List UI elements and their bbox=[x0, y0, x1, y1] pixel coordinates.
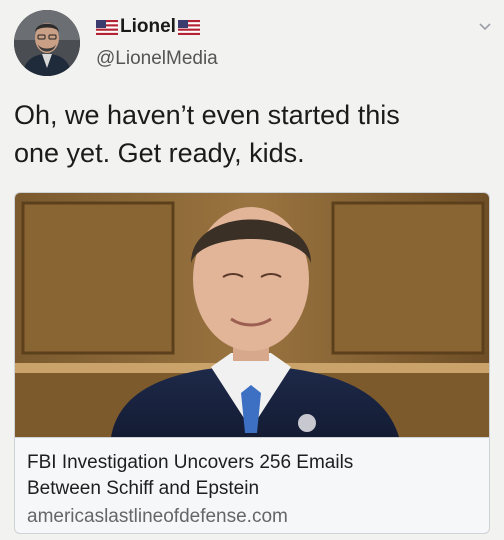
card-title-line: Between Schiff and Epstein bbox=[27, 478, 260, 499]
us-flag-icon bbox=[96, 19, 118, 35]
tweet-text-line: one yet. Get ready, kids. bbox=[14, 138, 305, 168]
avatar[interactable] bbox=[14, 10, 80, 76]
tweet: Lionel @LionelMedia Oh, we haven’t even … bbox=[0, 0, 504, 540]
card-title-line: FBI Investigation Uncovers 256 Emails bbox=[27, 452, 354, 473]
card-title: FBI Investigation Uncovers 256 Emails Be… bbox=[27, 450, 479, 502]
user-handle[interactable]: @LionelMedia bbox=[96, 48, 218, 70]
display-name-row[interactable]: Lionel bbox=[96, 14, 200, 40]
card-photo bbox=[15, 193, 489, 437]
card-domain: americaslastlineofdefense.com bbox=[27, 506, 288, 527]
card-image[interactable] bbox=[15, 193, 489, 437]
avatar-image bbox=[14, 10, 80, 76]
chevron-down-icon[interactable] bbox=[478, 22, 492, 32]
tweet-text-line: Oh, we haven’t even started this bbox=[14, 100, 400, 130]
link-card[interactable]: FBI Investigation Uncovers 256 Emails Be… bbox=[14, 192, 490, 534]
tweet-text: Oh, we haven’t even started this one yet… bbox=[14, 96, 494, 172]
display-name: Lionel bbox=[120, 16, 176, 37]
us-flag-icon bbox=[177, 19, 200, 35]
card-footer[interactable]: FBI Investigation Uncovers 256 Emails Be… bbox=[15, 437, 489, 533]
